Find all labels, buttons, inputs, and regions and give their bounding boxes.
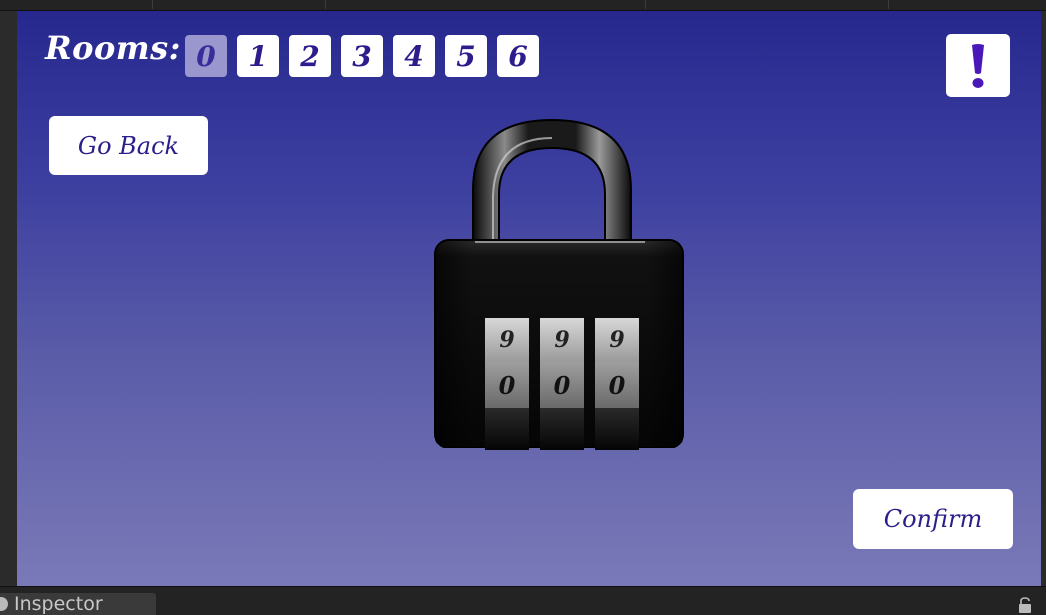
go-back-button[interactable]: Go Back bbox=[49, 116, 208, 175]
room-button-6[interactable]: 6 bbox=[497, 35, 539, 77]
dial-3-next-digit: 9 bbox=[595, 318, 639, 362]
hint-button[interactable] bbox=[946, 34, 1010, 97]
room-button-5[interactable]: 5 bbox=[445, 35, 487, 77]
inspector-tab[interactable]: Inspector bbox=[0, 593, 156, 615]
exclamation-icon bbox=[972, 43, 984, 88]
lock-icon[interactable] bbox=[1018, 597, 1032, 613]
dial-2-next-digit: 9 bbox=[540, 318, 584, 362]
editor-tab-divider bbox=[888, 0, 889, 9]
inspector-tab-label: Inspector bbox=[14, 593, 103, 615]
dial-3-current-digit: 0 bbox=[595, 362, 639, 408]
room-button-2[interactable]: 2 bbox=[289, 35, 331, 77]
dial-1-base bbox=[485, 408, 529, 450]
dial-2-current-digit: 0 bbox=[540, 362, 584, 408]
room-button-0[interactable]: 0 bbox=[185, 35, 227, 77]
room-button-1[interactable]: 1 bbox=[237, 35, 279, 77]
combination-dial-2[interactable]: 9 0 bbox=[540, 318, 584, 450]
editor-bottom-bar: Inspector bbox=[0, 586, 1046, 615]
editor-tab-divider bbox=[325, 0, 326, 9]
editor-tab-divider bbox=[645, 0, 646, 9]
rooms-label: Rooms: bbox=[45, 29, 181, 67]
dial-2-base bbox=[540, 408, 584, 450]
editor-tab-divider bbox=[152, 0, 153, 9]
editor-top-bar bbox=[0, 0, 1046, 11]
confirm-button[interactable]: Confirm bbox=[853, 489, 1013, 549]
dial-1-current-digit: 0 bbox=[485, 362, 529, 408]
info-icon bbox=[0, 597, 8, 611]
dial-3-base bbox=[595, 408, 639, 450]
combination-dial-1[interactable]: 9 0 bbox=[485, 318, 529, 450]
room-button-4[interactable]: 4 bbox=[393, 35, 435, 77]
padlock: 9 0 9 0 9 0 bbox=[415, 108, 703, 450]
room-selector: 0 1 2 3 4 5 6 bbox=[185, 35, 539, 77]
game-view[interactable]: Rooms: 0 1 2 3 4 5 6 Go Back 9 0 9 0 9 0… bbox=[17, 11, 1041, 586]
combination-dial-3[interactable]: 9 0 bbox=[595, 318, 639, 450]
room-button-3[interactable]: 3 bbox=[341, 35, 383, 77]
dial-1-next-digit: 9 bbox=[485, 318, 529, 362]
